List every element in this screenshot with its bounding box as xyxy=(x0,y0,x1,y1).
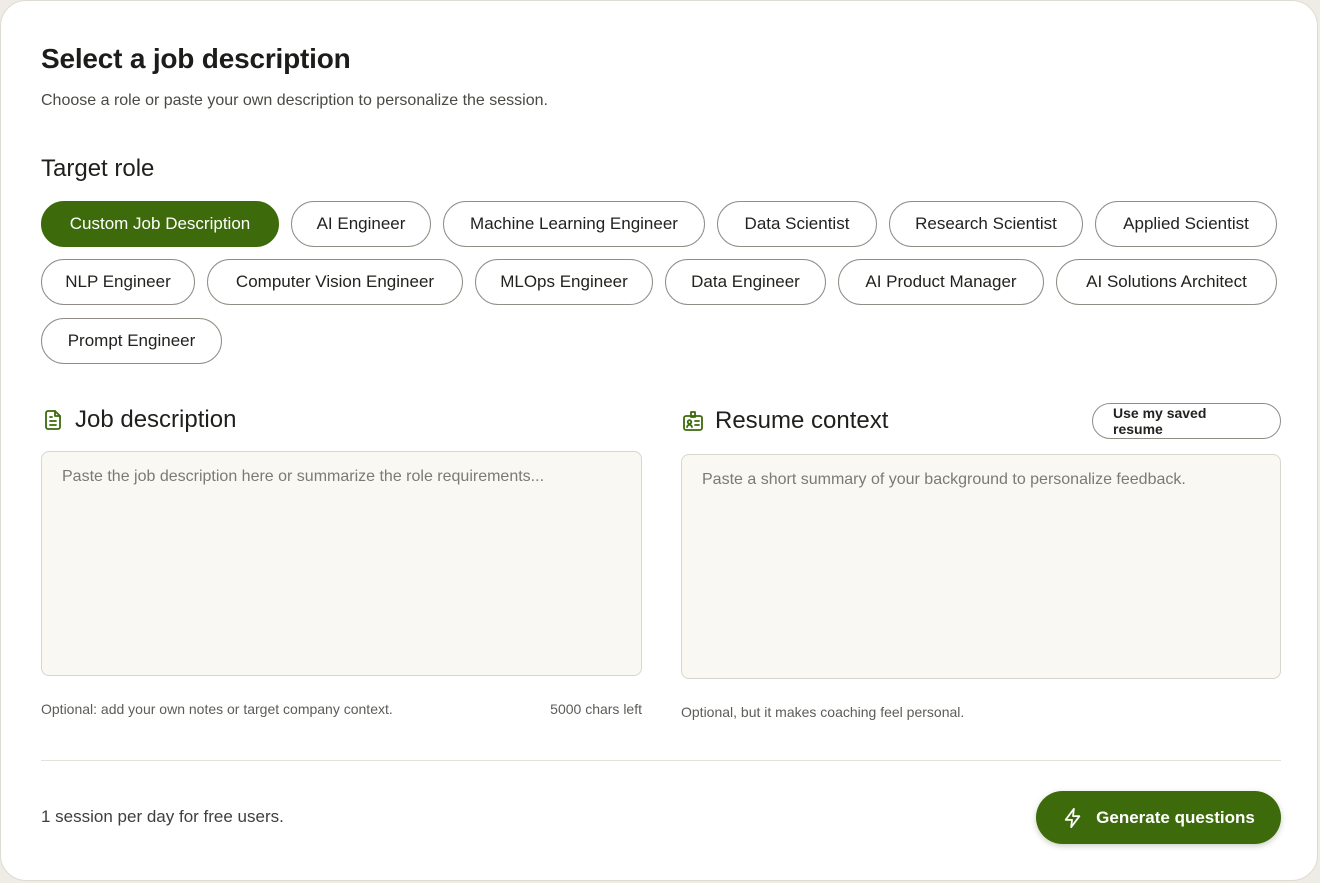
resume-context-hint: Optional, but it makes coaching feel per… xyxy=(681,704,965,720)
resume-context-heading: Resume context xyxy=(681,404,888,438)
role-chip-nlp-engineer[interactable]: NLP Engineer xyxy=(41,259,195,305)
free-tier-note: 1 session per day for free users. xyxy=(41,807,284,826)
role-chip-computer-vision-engineer[interactable]: Computer Vision Engineer xyxy=(207,259,463,305)
role-chip-ai-solutions-architect[interactable]: AI Solutions Architect xyxy=(1056,259,1277,305)
role-chip-mlops-engineer[interactable]: MLOps Engineer xyxy=(475,259,653,305)
footer-divider xyxy=(41,760,1281,761)
document-icon xyxy=(45,410,61,430)
id-badge-icon xyxy=(683,411,703,431)
resume-context-input[interactable] xyxy=(681,454,1281,679)
char-counter: 5000 chars left xyxy=(550,701,642,717)
page-title: Select a job description xyxy=(41,43,351,74)
job-description-card: Select a job description Choose a role o… xyxy=(0,0,1318,881)
job-description-heading: Job description xyxy=(41,403,236,437)
role-chip-data-scientist[interactable]: Data Scientist xyxy=(717,201,877,247)
job-description-input[interactable] xyxy=(41,451,642,676)
generate-questions-button[interactable]: Generate questions xyxy=(1036,791,1281,844)
role-chip-custom-job-description[interactable]: Custom Job Description xyxy=(41,201,279,247)
role-chip-data-engineer[interactable]: Data Engineer xyxy=(665,259,826,305)
role-chip-ai-product-manager[interactable]: AI Product Manager xyxy=(838,259,1044,305)
use-saved-resume-button[interactable]: Use my saved resume xyxy=(1092,403,1281,439)
job-description-title: Job description xyxy=(75,406,237,433)
role-chip-machine-learning-engineer[interactable]: Machine Learning Engineer xyxy=(443,201,705,247)
role-chip-applied-scientist[interactable]: Applied Scientist xyxy=(1095,201,1277,247)
generate-questions-label: Generate questions xyxy=(1096,807,1255,827)
lightning-icon xyxy=(1064,807,1081,828)
page-subtitle: Choose a role or paste your own descript… xyxy=(41,92,548,109)
resume-context-title: Resume context xyxy=(715,407,889,434)
role-chip-research-scientist[interactable]: Research Scientist xyxy=(889,201,1083,247)
role-chip-prompt-engineer[interactable]: Prompt Engineer xyxy=(41,318,222,364)
job-description-hint: Optional: add your own notes or target c… xyxy=(41,701,393,717)
role-chip-ai-engineer[interactable]: AI Engineer xyxy=(291,201,431,247)
target-role-label: Target role xyxy=(41,155,155,182)
